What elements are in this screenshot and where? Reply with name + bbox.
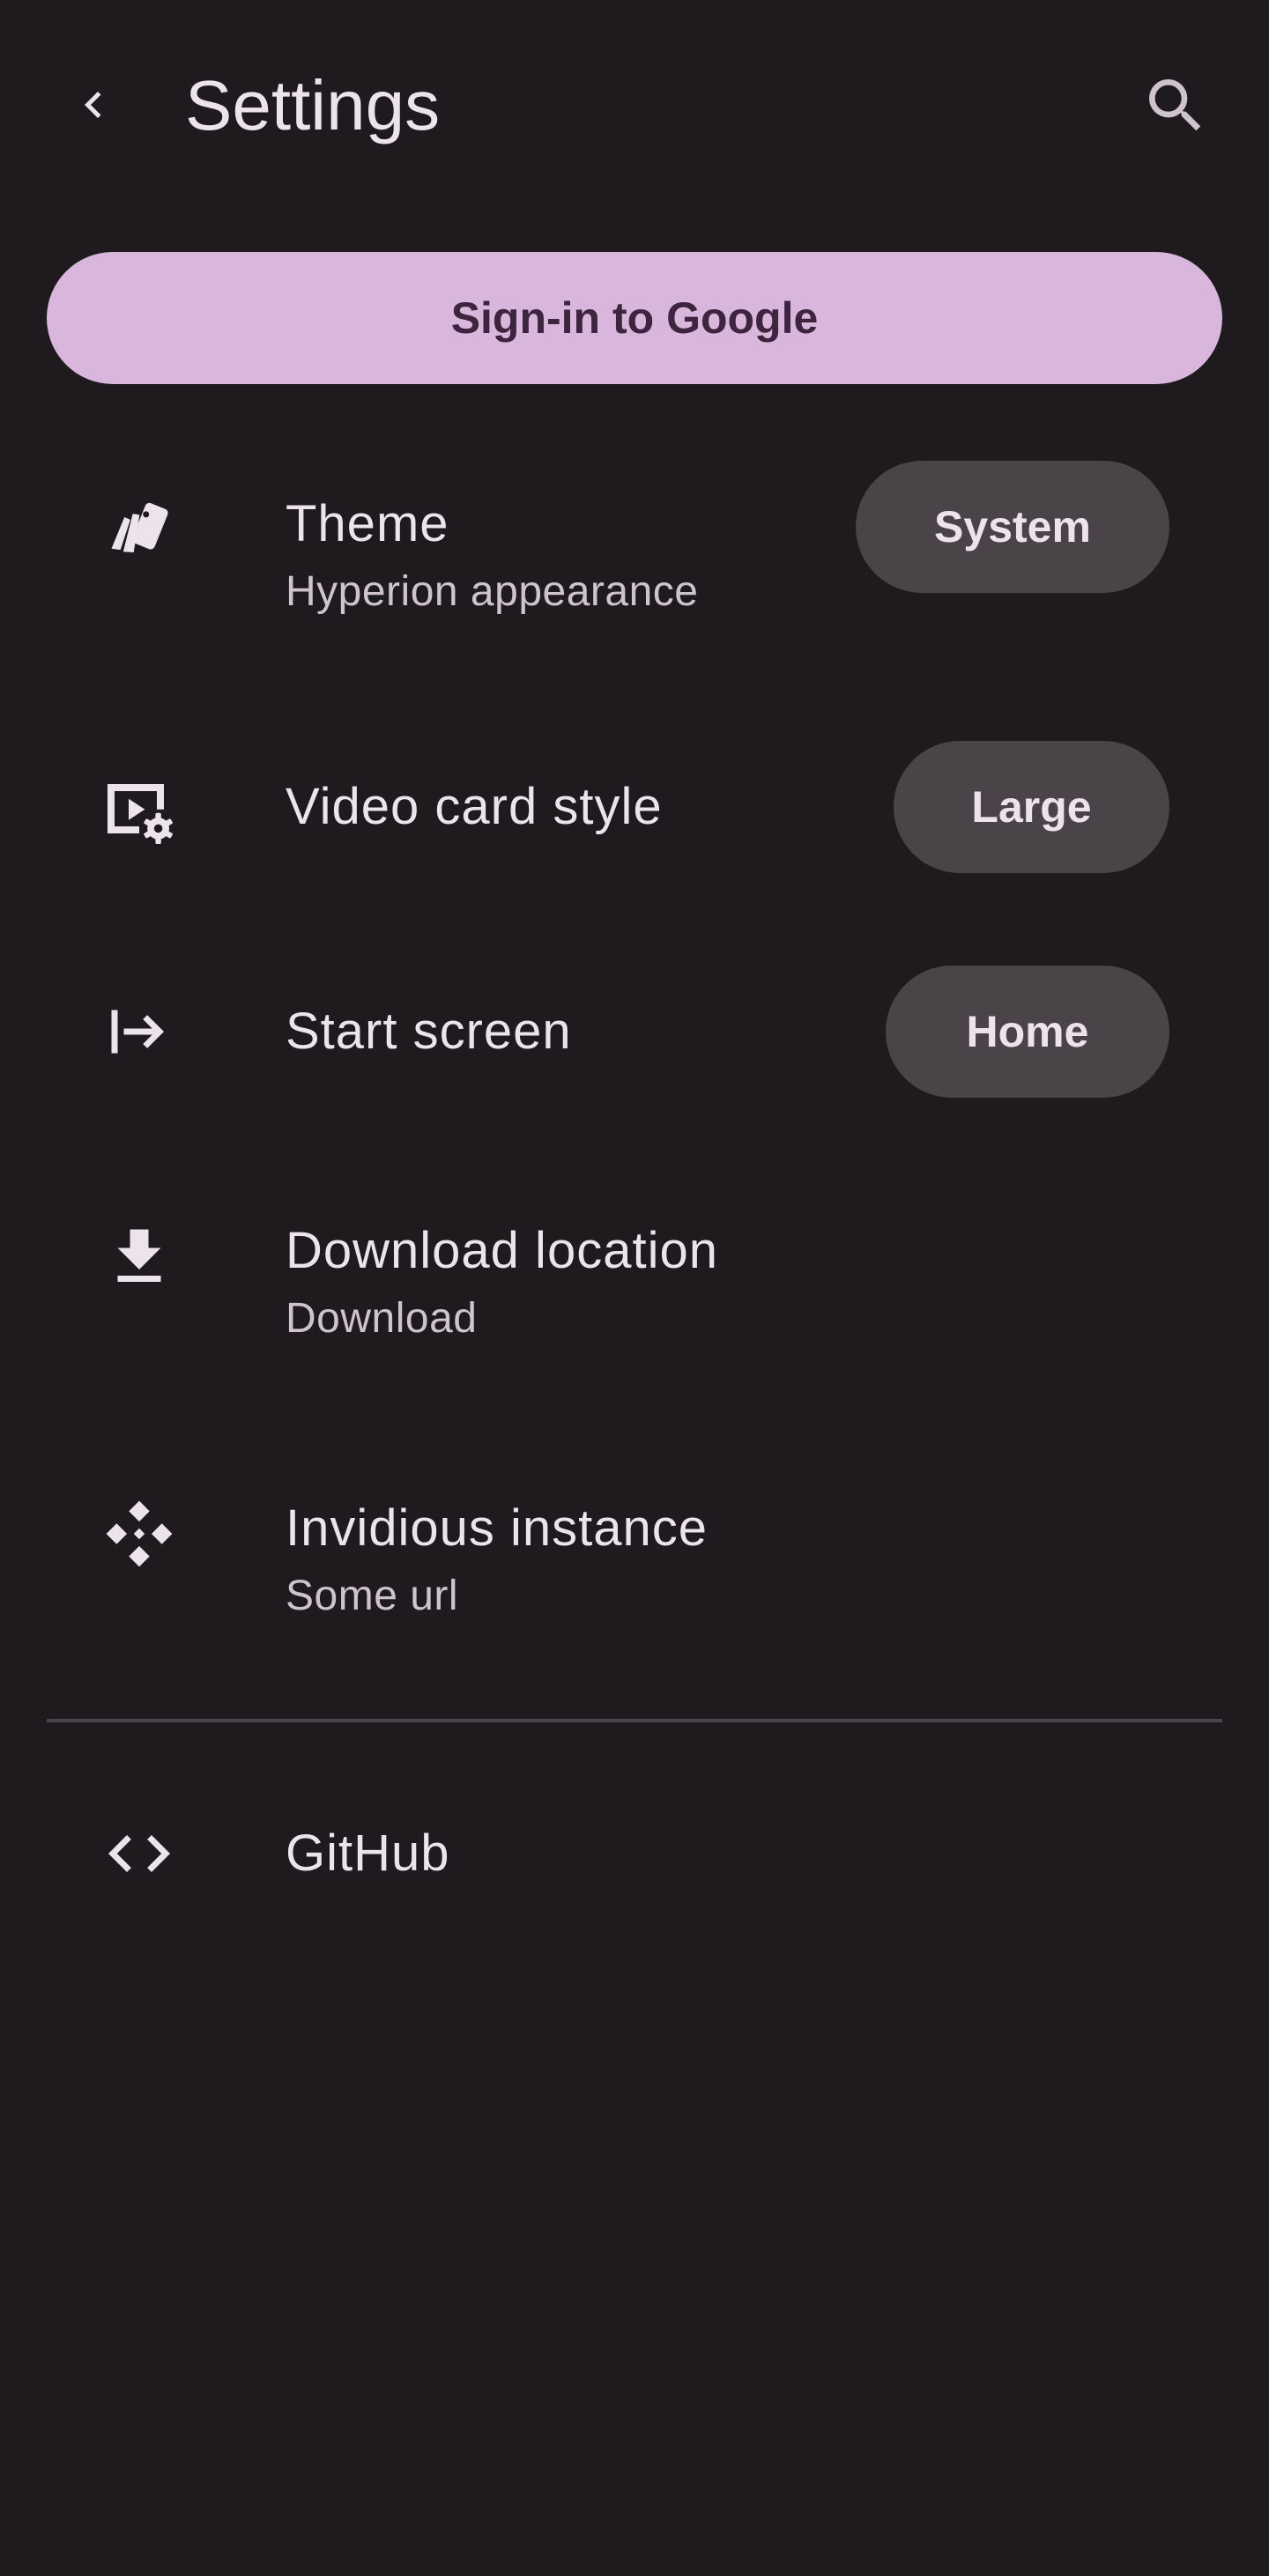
- setting-item-video-card-style[interactable]: Video card style Large: [0, 687, 1269, 873]
- start-icon-wrap: [97, 989, 182, 1074]
- setting-title: Video card style: [286, 778, 663, 835]
- back-arrow-icon: [85, 92, 101, 118]
- page-title: Settings: [185, 66, 441, 144]
- search-button[interactable]: [1133, 63, 1218, 148]
- setting-title: Theme: [286, 495, 449, 552]
- code-icon-wrap: [97, 1811, 182, 1896]
- start-screen-value-chip[interactable]: Home: [886, 966, 1169, 1098]
- theme-swatch-icon: [111, 502, 168, 552]
- download-icon-wrap: [97, 1215, 182, 1299]
- setting-subtitle: Download: [286, 1295, 478, 1342]
- start-arrow-icon: [111, 1010, 164, 1054]
- setting-item-theme[interactable]: Theme Hyperion appearance System: [0, 440, 1269, 652]
- setting-subtitle: Hyperion appearance: [286, 568, 699, 615]
- link-item-github[interactable]: GitHub: [0, 1771, 1269, 1947]
- setting-item-download-location[interactable]: Download location Download: [0, 1163, 1269, 1392]
- setting-title: Invidious instance: [286, 1499, 709, 1557]
- sign-in-google-button[interactable]: Sign-in to Google: [47, 252, 1222, 384]
- code-icon: [108, 1835, 170, 1872]
- theme-icon-wrap: [97, 486, 182, 571]
- top-app-bar: Settings: [0, 0, 1269, 211]
- search-icon: [1149, 79, 1201, 131]
- setting-item-invidious-instance[interactable]: Invidious instance Some url: [0, 1445, 1269, 1674]
- video-card-style-value-chip[interactable]: Large: [894, 741, 1169, 873]
- video-settings-icon: [108, 784, 173, 844]
- instance-network-icon: [106, 1500, 173, 1567]
- back-button[interactable]: [51, 63, 136, 147]
- instance-icon-wrap: [97, 1492, 182, 1576]
- link-title: GitHub: [286, 1825, 450, 1882]
- setting-subtitle: Some url: [286, 1573, 459, 1619]
- download-icon: [117, 1229, 161, 1282]
- setting-title: Download location: [286, 1222, 718, 1279]
- section-divider: [47, 1719, 1222, 1722]
- theme-value-chip[interactable]: System: [856, 461, 1169, 593]
- setting-item-start-screen[interactable]: Start screen Home: [0, 934, 1269, 1128]
- setting-title: Start screen: [286, 1003, 572, 1060]
- video-icon-wrap: [97, 766, 182, 851]
